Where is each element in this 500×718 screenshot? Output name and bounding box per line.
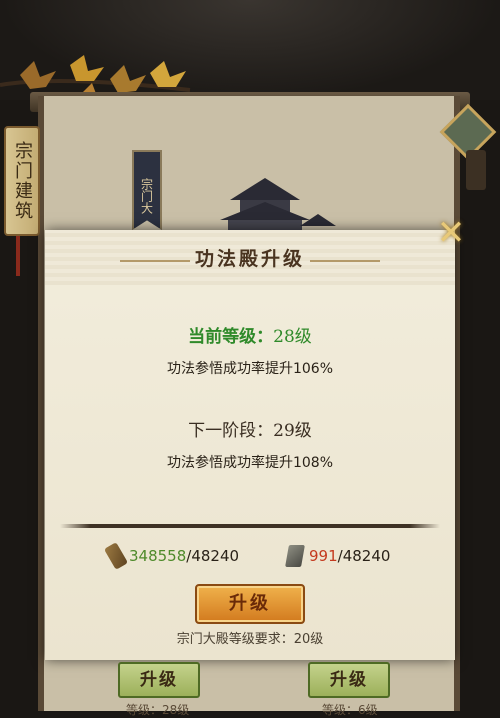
current-effect: 功法参悟成功率提升106%: [166, 361, 334, 377]
stone-icon: [285, 545, 305, 567]
wood-icon: [103, 542, 129, 570]
resource-stone: 991/48240: [285, 544, 390, 568]
current-level-label: 当前等级：: [188, 327, 274, 347]
current-level: 当前等级：28级: [45, 322, 455, 347]
wood-need: /48240: [186, 547, 240, 565]
next-level: 下一阶段：29级: [45, 416, 455, 441]
bottom-upgrade-button-1[interactable]: 升级: [118, 662, 200, 698]
stone-have: 991: [309, 547, 338, 565]
next-effect: 功法参悟成功率提升108%: [166, 455, 334, 471]
hall-banner: 宗门大: [132, 150, 162, 230]
next-level-value: 29级: [273, 421, 312, 441]
upgrade-dialog: 功法殿升级 当前等级：28级 功法参悟成功率提升106% 下一阶段：29级 功法…: [45, 230, 455, 660]
title-ornament-right: [310, 260, 380, 262]
current-level-value: 28级: [273, 327, 312, 347]
bottom-level-1: 等级：28级: [126, 703, 190, 717]
upgrade-button[interactable]: 升级: [195, 584, 305, 624]
bottom-level-2: 等级：6级: [322, 703, 378, 717]
close-icon[interactable]: ✕: [436, 216, 466, 250]
wood-have: 348558: [129, 547, 187, 565]
stone-need: /48240: [337, 547, 391, 565]
scroll-right-rod: [466, 150, 486, 190]
tab-tassel: [16, 236, 20, 276]
requirement-text: 宗门大殿等级要求：20级: [176, 632, 324, 647]
sect-buildings-tab[interactable]: 宗门建筑: [4, 126, 40, 236]
dialog-title: 功法殿升级: [194, 248, 305, 270]
divider: [60, 524, 440, 528]
next-level-label: 下一阶段：: [188, 421, 274, 441]
resource-wood: 348558/48240: [103, 542, 240, 570]
bottom-upgrade-button-2[interactable]: 升级: [308, 662, 390, 698]
